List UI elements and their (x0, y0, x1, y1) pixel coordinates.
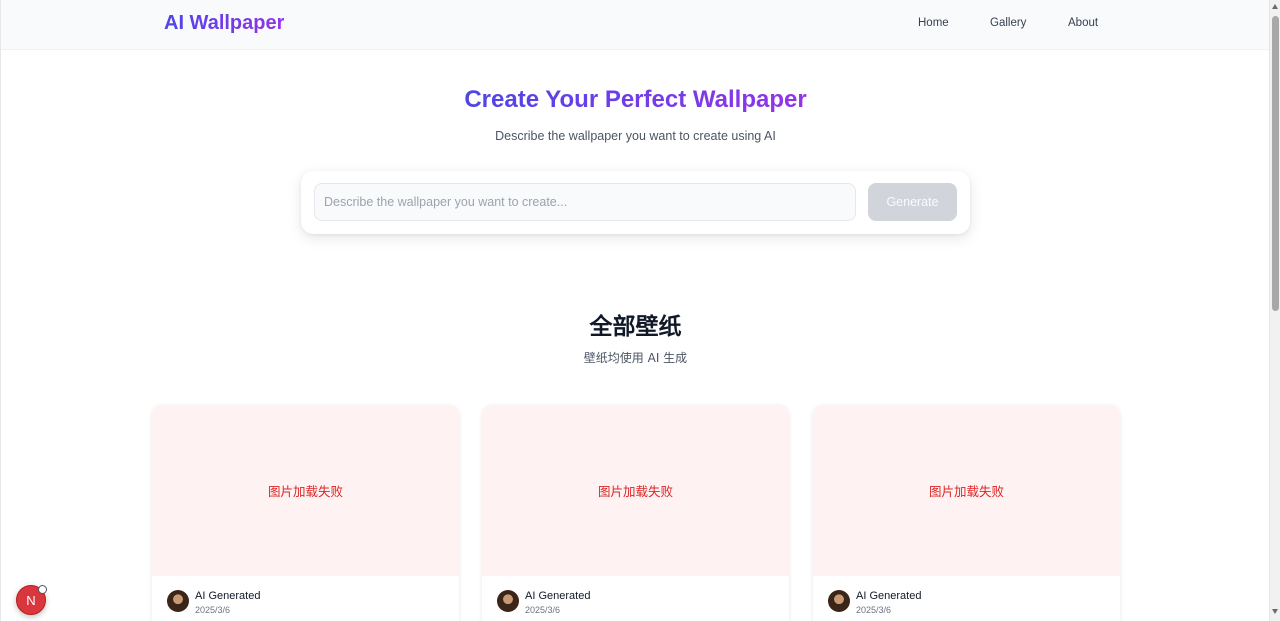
wallpaper-image-placeholder: 图片加载失败 (482, 405, 789, 576)
page-viewport: AI Wallpaper Home Gallery About Create Y… (0, 0, 1269, 621)
hero-subtitle: Describe the wallpaper you want to creat… (495, 129, 776, 143)
card-footer: AI Generated 2025/3/6 (482, 576, 789, 621)
card-footer: AI Generated 2025/3/6 (813, 576, 1120, 621)
wallpaper-image-placeholder: 图片加载失败 (813, 405, 1120, 576)
wallpaper-image-placeholder: 图片加载失败 (152, 405, 459, 576)
scroll-up-arrow-icon[interactable] (1272, 4, 1278, 9)
image-error-text: 图片加载失败 (597, 484, 673, 499)
image-error-text: 图片加载失败 (267, 484, 343, 499)
image-error-text: 图片加载失败 (928, 484, 1004, 499)
card-author: AI Generated (195, 590, 261, 602)
gallery-subtitle: 壁纸均使用 AI 生成 (583, 351, 688, 365)
hero-title: Create Your Perfect Wallpaper (1, 86, 1269, 114)
site-logo[interactable]: AI Wallpaper (164, 12, 284, 35)
card-author: AI Generated (525, 590, 591, 602)
nav-home-link[interactable]: Home (918, 17, 949, 29)
wallpaper-card[interactable]: 图片加载失败 AI Generated 2025/3/6 (482, 405, 789, 621)
nav-gallery-link[interactable]: Gallery (990, 17, 1026, 29)
card-date: 2025/3/6 (195, 605, 231, 615)
scrollbar-thumb[interactable] (1272, 16, 1279, 311)
card-date: 2025/3/6 (525, 605, 561, 615)
prompt-form: Generate (301, 171, 970, 234)
scroll-down-arrow-icon[interactable] (1272, 609, 1278, 614)
site-header: AI Wallpaper Home Gallery About (1, 0, 1269, 50)
wallpaper-card[interactable]: 图片加载失败 AI Generated 2025/3/6 (813, 405, 1120, 621)
vertical-scrollbar[interactable] (1269, 0, 1280, 621)
avatar (828, 590, 850, 612)
dev-badge-status-dot (38, 585, 47, 594)
hero-title-text: Create Your Perfect Wallpaper (464, 86, 807, 113)
generate-button[interactable]: Generate (868, 183, 957, 221)
card-footer: AI Generated 2025/3/6 (152, 576, 459, 621)
prompt-input[interactable] (314, 183, 856, 221)
nextjs-logo-icon: N (26, 592, 36, 608)
nav-about-link[interactable]: About (1068, 17, 1098, 29)
card-date: 2025/3/6 (856, 605, 892, 615)
card-author: AI Generated (856, 590, 922, 602)
gallery-title: 全部壁纸 (589, 314, 682, 340)
wallpaper-card[interactable]: 图片加载失败 AI Generated 2025/3/6 (152, 405, 459, 621)
avatar (497, 590, 519, 612)
avatar (167, 590, 189, 612)
